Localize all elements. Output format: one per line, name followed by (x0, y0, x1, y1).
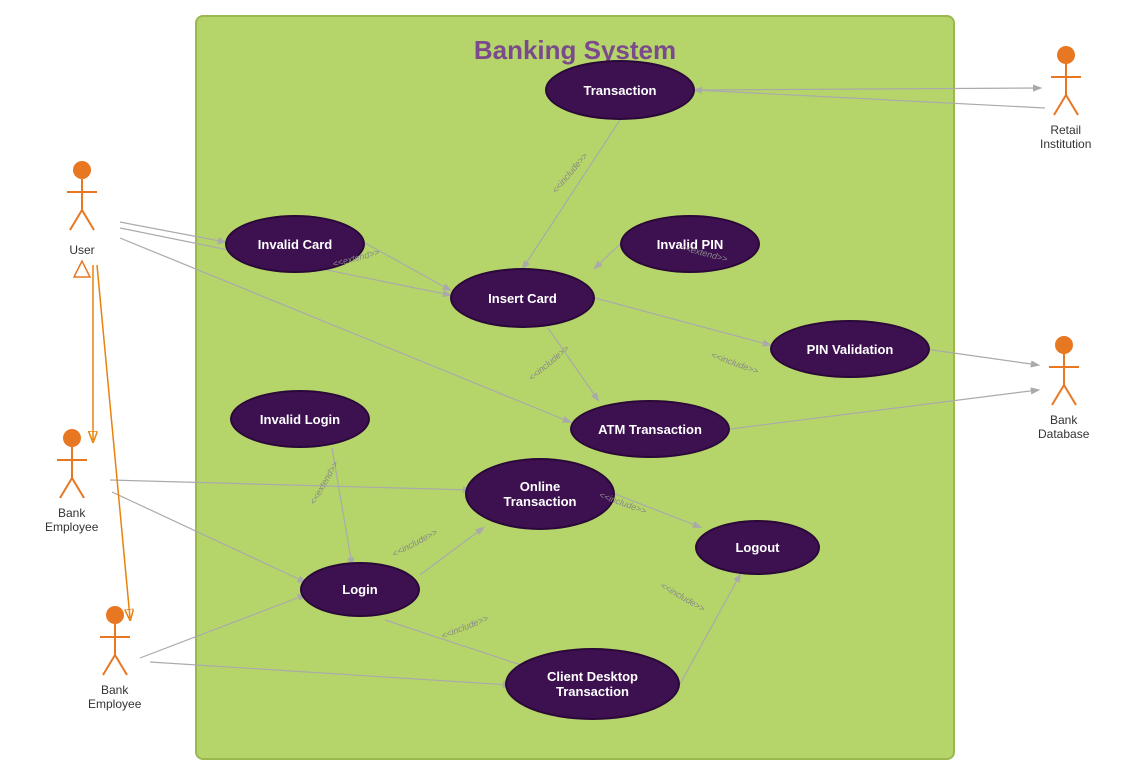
actor-retail-institution-label: Retail Institution (1040, 123, 1091, 151)
generalization-arrow (67, 259, 97, 279)
use-case-online-transaction: Online Transaction (465, 458, 615, 530)
actor-bank-employee: Bank Employee (88, 605, 141, 711)
use-case-client-desktop: Client Desktop Transaction (505, 648, 680, 720)
diagram-container: Banking System (0, 0, 1127, 783)
retail-institution-stick-figure (1046, 45, 1086, 120)
use-case-pin-validation: PIN Validation (770, 320, 930, 378)
actor-bank-database-label: Bank Database (1038, 413, 1089, 441)
actor-web-merchant-label: Bank Employee (45, 506, 98, 534)
use-case-logout: Logout (695, 520, 820, 575)
actor-bank-database: Bank Database (1038, 335, 1089, 441)
actor-user: User (62, 160, 102, 279)
use-case-login: Login (300, 562, 420, 617)
actor-bank-employee-label: Bank Employee (88, 683, 141, 711)
actor-web-merchant: Bank Employee (45, 428, 98, 534)
use-case-invalid-login: Invalid Login (230, 390, 370, 448)
user-stick-figure (62, 160, 102, 240)
actor-retail-institution: Retail Institution (1040, 45, 1091, 151)
actor-user-label: User (69, 243, 94, 257)
bank-database-stick-figure (1044, 335, 1084, 410)
bank-employee-stick-figure (95, 605, 135, 680)
use-case-transaction: Transaction (545, 60, 695, 120)
use-case-atm-transaction: ATM Transaction (570, 400, 730, 458)
system-title: Banking System (197, 35, 953, 66)
use-case-insert-card: Insert Card (450, 268, 595, 328)
web-merchant-stick-figure (52, 428, 92, 503)
